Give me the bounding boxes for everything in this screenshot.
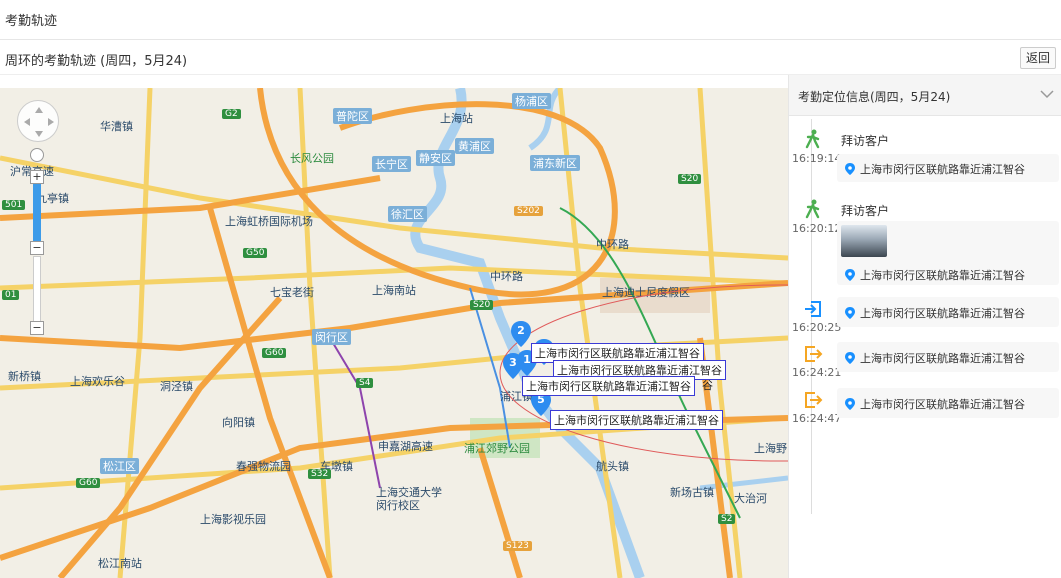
attendance-panel: 考勤定位信息(周四，5月24) 拜访客户 16:19:14 上海市闵行区联航路靠… <box>788 75 1061 578</box>
address-card[interactable]: 上海市闵行区联航路靠近浦江智谷 <box>837 342 1059 372</box>
photo-thumbnail[interactable] <box>841 225 887 257</box>
map-marker[interactable]: 2 <box>511 321 531 347</box>
panel-title: 考勤定位信息(周四，5月24) <box>798 90 951 104</box>
map-label-jingan: 静安区 <box>416 150 455 166</box>
address-card[interactable]: 上海市闵行区联航路靠近浦江智谷 <box>837 221 1059 285</box>
map-label-xinqiao: 新桥镇 <box>8 370 41 383</box>
check-in-icon <box>805 301 821 317</box>
road-tag-s123: S123 <box>503 541 532 551</box>
map-label-hongqiao: 上海虹桥国际机场 <box>225 215 313 228</box>
road-tag-g60-west: G60 <box>76 478 101 488</box>
map-label-chunqiang: 春强物流园 <box>236 460 291 473</box>
location-pin-icon <box>845 269 855 281</box>
road-tag-s2: S2 <box>718 514 736 524</box>
map-pan-control[interactable] <box>17 100 59 142</box>
zoom-level-fill <box>33 184 41 248</box>
road-tag-s4: S4 <box>356 378 374 388</box>
entry-address: 上海市闵行区联航路靠近浦江智谷 <box>845 161 1025 177</box>
address-card[interactable]: 上海市闵行区联航路靠近浦江智谷 <box>837 297 1059 327</box>
road-tag-s32: S32 <box>308 469 332 479</box>
page-title: 考勤轨迹 <box>5 14 58 29</box>
map-label-pudong: 浦东新区 <box>530 155 580 171</box>
map-label-zhonghuan: 中环路 <box>490 270 523 283</box>
location-pin-icon <box>845 163 855 175</box>
map-label-disney: 上海迪士尼度假区 <box>602 286 690 299</box>
entry-time: 16:19:14 <box>792 152 842 165</box>
map-view[interactable]: 普陀区 杨浦区 上海站 长风公园 长宁区 静安区 黄浦区 浦东新区 上海虹桥国际… <box>0 88 788 578</box>
map-label-hangtou: 航头镇 <box>596 460 629 473</box>
map-label-huangpu: 黄浦区 <box>455 138 494 154</box>
entry-address: 上海市闵行区联航路靠近浦江智谷 <box>845 396 1025 412</box>
map-label-xuhui: 徐汇区 <box>388 206 427 222</box>
back-button[interactable]: 返回 <box>1020 47 1056 69</box>
entry-time: 16:20:25 <box>792 321 842 334</box>
location-pin-icon <box>845 398 855 410</box>
map-label-pujiang-park: 浦江郊野公园 <box>464 442 530 455</box>
pan-arrows-icon <box>24 107 54 137</box>
map-label-huacao: 华漕镇 <box>100 120 133 133</box>
location-pin-icon <box>845 352 855 364</box>
map-label-changning: 长宁区 <box>372 156 411 172</box>
entry-time: 16:24:21 <box>792 366 842 379</box>
map-label-shanghai-station: 上海站 <box>440 112 473 125</box>
entry-title: 拜访客户 <box>841 204 890 218</box>
map-label-putuo: 普陀区 <box>333 108 372 124</box>
map-label-qibao: 七宝老街 <box>270 286 314 299</box>
location-pin-icon <box>845 307 855 319</box>
road-tag-s20-south: S20 <box>470 300 494 310</box>
entry-time: 16:24:47 <box>792 412 842 425</box>
marker-label: 上海市闵行区联航路靠近浦江智谷 <box>550 410 723 430</box>
walking-person-icon <box>805 199 820 219</box>
check-out-icon <box>805 346 823 362</box>
road-tag-s202: S202 <box>514 206 543 216</box>
marker-label-overflow: 谷 <box>702 379 713 392</box>
map-label-xinchang: 新场古镇 <box>670 486 714 499</box>
map-label-shanghai-south: 上海南站 <box>372 284 416 297</box>
map-label-happy-valley: 上海欢乐谷 <box>70 375 125 388</box>
map-label-dazhihe: 大治河 <box>734 492 767 505</box>
map-label-sjtu: 上海交通大学闵行校区 <box>376 486 442 512</box>
chevron-down-icon[interactable] <box>1040 87 1054 101</box>
road-tag-g60: G60 <box>262 348 287 358</box>
zoom-in-button[interactable]: + <box>30 170 44 184</box>
map-label-changfeng: 长风公园 <box>290 152 334 165</box>
entry-address: 上海市闵行区联航路靠近浦江智谷 <box>845 267 1025 283</box>
entry-address: 上海市闵行区联航路靠近浦江智谷 <box>845 350 1025 366</box>
map-label-shenjia: 申嘉湖高速 <box>378 440 433 453</box>
map-label-yangpu: 杨浦区 <box>512 93 551 109</box>
road-tag-g50: G50 <box>243 248 268 258</box>
road-tag-g2: G2 <box>222 109 241 119</box>
zoom-level-icon <box>30 148 44 162</box>
address-card[interactable]: 上海市闵行区联航路靠近浦江智谷 <box>837 388 1059 418</box>
panel-header[interactable]: 考勤定位信息(周四，5月24) <box>789 75 1061 116</box>
map-label-shanghai-wild: 上海野 <box>754 442 787 455</box>
address-card[interactable]: 上海市闵行区联航路靠近浦江智谷 <box>837 154 1059 182</box>
map-label-zhongshan: 中环路 <box>596 238 629 251</box>
road-tag-01: 01 <box>2 290 20 300</box>
trajectory-subtitle: 周环的考勤轨迹 (周四，5月24) <box>5 54 188 69</box>
road-tag-501: 501 <box>2 200 26 210</box>
map-label-songjiang: 松江区 <box>100 458 139 474</box>
zoom-track[interactable] <box>33 256 41 322</box>
map-label-film-park: 上海影视乐园 <box>200 513 266 526</box>
zoom-out-button[interactable]: − <box>30 321 44 335</box>
map-label-minhang: 闵行区 <box>312 329 351 345</box>
map-label-dongjing: 洞泾镇 <box>160 380 193 393</box>
entry-title: 拜访客户 <box>841 134 890 148</box>
app-header: 考勤轨迹 <box>0 0 1061 40</box>
check-out-icon <box>805 392 823 408</box>
road-tag-s20-east: S20 <box>678 174 702 184</box>
map-label-songjiang-south: 松江南站 <box>98 557 142 570</box>
entry-time: 16:20:12 <box>792 222 842 235</box>
walking-person-icon <box>805 129 820 149</box>
sub-header: 周环的考勤轨迹 (周四，5月24) 返回 <box>0 41 1061 75</box>
zoom-slider-handle[interactable]: − <box>30 241 44 255</box>
entry-address: 上海市闵行区联航路靠近浦江智谷 <box>845 305 1025 321</box>
map-label-xiangcheng: 向阳镇 <box>222 416 255 429</box>
marker-label: 上海市闵行区联航路靠近浦江智谷 <box>522 376 695 396</box>
